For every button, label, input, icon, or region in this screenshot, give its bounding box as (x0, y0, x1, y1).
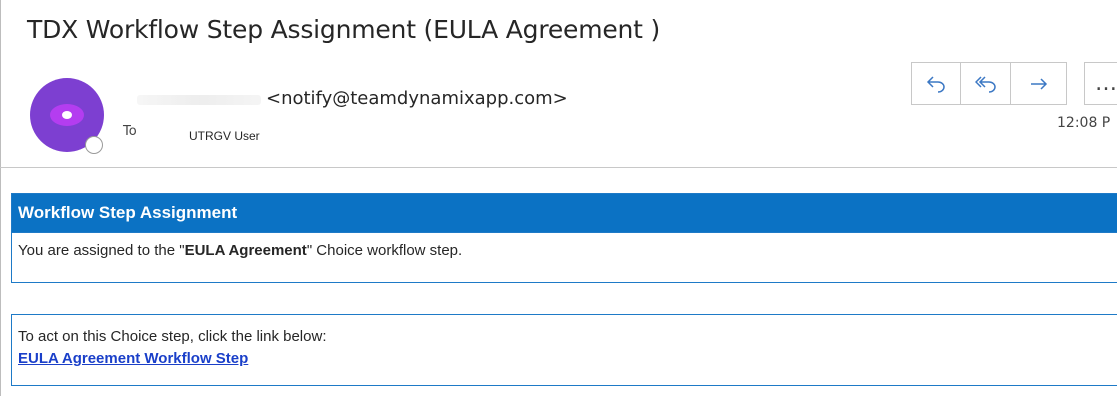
to-label: To (123, 124, 137, 139)
avatar-logo-icon (50, 104, 84, 126)
header-divider (0, 167, 1117, 168)
reply-button[interactable] (911, 62, 961, 105)
recipient-name[interactable]: UTRGV User (189, 129, 260, 143)
assignment-suffix: " Choice workflow step. (306, 241, 463, 259)
message-subject: TDX Workflow Step Assignment (EULA Agree… (27, 15, 661, 44)
forward-button[interactable] (1011, 62, 1067, 105)
instruction-text: To act on this Choice step, click the li… (18, 328, 327, 345)
presence-status-icon (85, 136, 103, 154)
workflow-assignment-header: Workflow Step Assignment (12, 194, 1117, 232)
received-time: 12:08 P (1057, 115, 1111, 131)
window-left-border (0, 0, 1, 396)
reply-icon (926, 75, 945, 93)
action-instructions-box: To act on this Choice step, click the li… (11, 314, 1117, 386)
workflow-step-link[interactable]: EULA Agreement Workflow Step (18, 350, 1117, 367)
assignment-prefix: You are assigned to the " (18, 241, 185, 259)
assignment-message: You are assigned to the " EULA Agreement … (12, 232, 1117, 267)
forward-icon (1030, 77, 1047, 90)
assigned-step-name: EULA Agreement (184, 241, 307, 259)
more-actions-button[interactable]: … (1084, 62, 1117, 105)
more-icon: … (1095, 71, 1117, 96)
reply-all-icon (974, 75, 996, 93)
sender-name-redacted (137, 95, 261, 105)
sender-email[interactable]: <notify@teamdynamixapp.com> (266, 88, 568, 109)
reply-all-button[interactable] (961, 62, 1011, 105)
workflow-assignment-table: Workflow Step Assignment You are assigne… (11, 193, 1117, 283)
